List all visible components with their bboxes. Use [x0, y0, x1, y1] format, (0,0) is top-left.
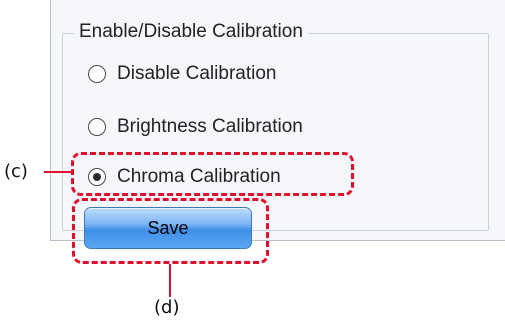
option-disable-calibration[interactable]: Disable Calibration — [88, 61, 276, 87]
callout-label-c: (c) — [4, 161, 28, 182]
callout-box-c — [71, 152, 354, 196]
callout-line-d — [169, 264, 171, 297]
radio-disable-calibration[interactable] — [88, 65, 106, 83]
callout-box-d — [72, 198, 269, 264]
callout-label-d: (d) — [154, 297, 180, 318]
option-label: Disable Calibration — [117, 63, 277, 84]
callout-line-c — [44, 171, 72, 173]
groupbox-title: Enable/Disable Calibration — [74, 20, 308, 44]
option-brightness-calibration[interactable]: Brightness Calibration — [88, 114, 303, 140]
option-label: Brightness Calibration — [117, 116, 303, 137]
radio-brightness-calibration[interactable] — [88, 118, 106, 136]
